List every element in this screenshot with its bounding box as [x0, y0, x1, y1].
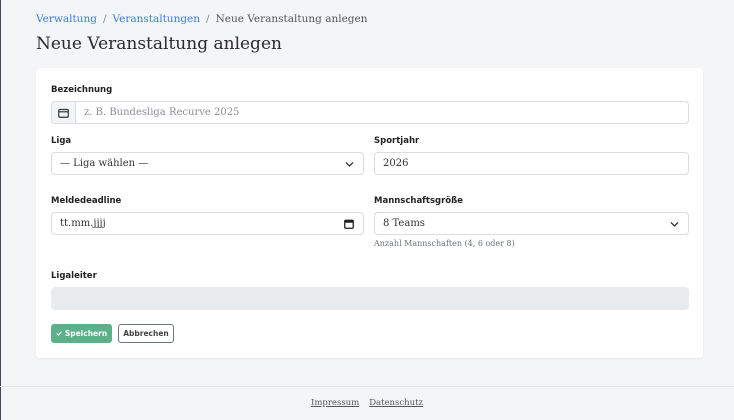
chevron-down-icon: [345, 160, 354, 171]
calendar-icon: [52, 102, 76, 123]
sportjahr-value: 2026: [383, 158, 409, 169]
breadcrumb-link-verwaltung[interactable]: Verwaltung: [36, 13, 97, 25]
breadcrumb: Verwaltung / Veranstaltungen / Neue Vera…: [36, 13, 368, 25]
save-button-label: Speichern: [64, 329, 108, 338]
ligaleiter-field: [51, 287, 689, 310]
check-icon: [56, 331, 62, 336]
cancel-button[interactable]: Abbrechen: [118, 324, 174, 343]
page-title: Neue Veranstaltung anlegen: [36, 34, 282, 54]
breadcrumb-link-veranstaltungen[interactable]: Veranstaltungen: [112, 13, 200, 25]
save-button[interactable]: Speichern: [51, 324, 112, 343]
calendar-picker-icon[interactable]: [344, 219, 354, 232]
sportjahr-input[interactable]: 2026: [374, 152, 689, 175]
footer-link-impressum[interactable]: Impressum: [311, 398, 359, 408]
meldedeadline-value: tt.mm.jjjj: [60, 218, 106, 229]
liga-selected-value: — Liga wählen —: [60, 158, 149, 169]
liga-label: Liga: [51, 136, 72, 146]
sportjahr-label: Sportjahr: [374, 136, 420, 146]
footer: Impressum Datenschutz: [0, 398, 734, 408]
left-border: [0, 0, 1, 420]
mannschaftsgroesse-selected-value: 8 Teams: [383, 218, 425, 229]
breadcrumb-separator: /: [206, 13, 210, 25]
liga-select[interactable]: — Liga wählen —: [51, 152, 364, 175]
mannschaftsgroesse-select[interactable]: 8 Teams: [374, 212, 689, 235]
ligaleiter-label: Ligaleiter: [51, 271, 97, 281]
bezeichnung-placeholder: z. B. Bundesliga Recurve 2025: [84, 107, 240, 118]
mannschaftsgroesse-help: Anzahl Mannschaften (4, 6 oder 8): [374, 239, 515, 248]
bezeichnung-field[interactable]: z. B. Bundesliga Recurve 2025: [51, 101, 689, 124]
cancel-button-label: Abbrechen: [123, 329, 169, 338]
form-card: Bezeichnung z. B. Bundesliga Recurve 202…: [36, 68, 703, 358]
mannschaftsgroesse-label: Mannschaftsgröße: [374, 196, 463, 206]
breadcrumb-separator: /: [102, 13, 107, 25]
meldedeadline-label: Meldedeadline: [51, 196, 122, 206]
footer-link-datenschutz[interactable]: Datenschutz: [369, 398, 423, 408]
bezeichnung-label: Bezeichnung: [51, 85, 113, 95]
breadcrumb-current: Neue Veranstaltung anlegen: [215, 13, 368, 25]
meldedeadline-date-input[interactable]: tt.mm.jjjj: [51, 212, 364, 235]
footer-divider: [0, 386, 734, 387]
chevron-down-icon: [670, 220, 679, 231]
